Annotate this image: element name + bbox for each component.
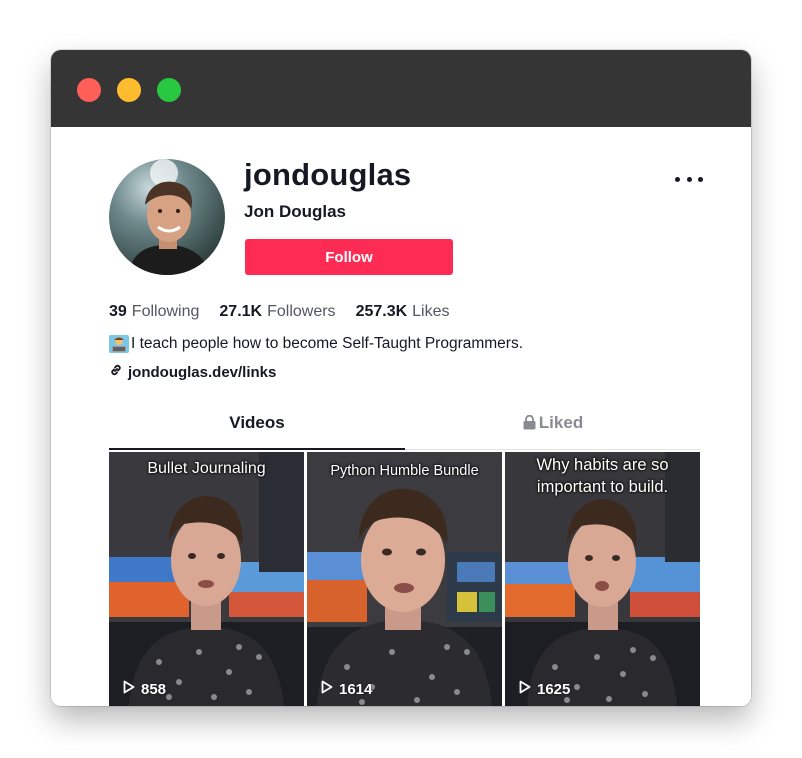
display-name: Jon Douglas: [244, 202, 347, 221]
video-caption: Why habits are so important to build.: [536, 456, 669, 496]
video-thumbnail[interactable]: Bullet Journaling 858: [109, 452, 304, 706]
title-bar: [51, 50, 751, 127]
profile-stats: 39 Following 27.1K Followers 257.3K Likes: [109, 303, 450, 321]
link-icon: [109, 363, 123, 381]
view-count-value: 1614: [339, 680, 373, 698]
view-count: 1614: [321, 680, 372, 698]
profile-bio: I teach people how to become Self-Taught…: [109, 335, 523, 353]
tab-label: Videos: [229, 413, 285, 432]
video-grid: Bullet Journaling 858 Python Humble Bund…: [109, 452, 701, 706]
stat-followers[interactable]: 27.1K Followers: [219, 303, 335, 321]
stat-label: Following: [131, 303, 200, 320]
tab-label: Liked: [538, 413, 584, 432]
video-caption: Bullet Journaling: [147, 460, 266, 477]
avatar[interactable]: [109, 159, 225, 275]
profile-page: jondouglas Jon Douglas Follow 39 Followin…: [51, 127, 751, 706]
follow-button[interactable]: Follow: [245, 239, 453, 275]
close-window-button[interactable]: [77, 78, 101, 102]
technologist-emoji-icon: [109, 335, 129, 353]
maximize-window-button[interactable]: [157, 78, 181, 102]
stat-value: 27.1K: [219, 303, 263, 320]
profile-link[interactable]: jondouglas.dev/links: [109, 363, 276, 381]
video-thumbnail[interactable]: Python Humble Bundle 1614: [307, 452, 502, 706]
play-icon: [519, 680, 531, 698]
tab-videos[interactable]: Videos: [109, 413, 405, 450]
play-icon: [123, 680, 135, 698]
more-horizontal-icon[interactable]: [675, 169, 703, 189]
view-count-value: 858: [141, 680, 167, 698]
stat-following[interactable]: 39 Following: [109, 303, 199, 321]
username: jondouglas: [244, 157, 412, 192]
stat-value: 257.3K: [355, 303, 408, 320]
view-count: 858: [123, 680, 166, 698]
bio-text: I teach people how to become Self-Taught…: [131, 335, 524, 352]
video-caption: Python Humble Bundle: [330, 463, 479, 479]
view-count-value: 1625: [537, 680, 571, 698]
browser-window: jondouglas Jon Douglas Follow 39 Followin…: [51, 50, 751, 706]
stat-likes: 257.3K Likes: [356, 303, 450, 321]
tab-liked[interactable]: Liked: [405, 413, 701, 449]
view-count: 1625: [519, 680, 570, 698]
link-text: jondouglas.dev/links: [128, 363, 277, 381]
stat-value: 39: [109, 303, 127, 320]
lock-icon: [523, 414, 536, 435]
minimize-window-button[interactable]: [117, 78, 141, 102]
play-icon: [321, 680, 333, 698]
video-thumbnail[interactable]: Why habits are so important to build. 16…: [505, 452, 700, 706]
profile-tabs: Videos Liked: [109, 413, 701, 450]
stat-label: Followers: [267, 303, 336, 320]
stat-label: Likes: [412, 303, 450, 320]
